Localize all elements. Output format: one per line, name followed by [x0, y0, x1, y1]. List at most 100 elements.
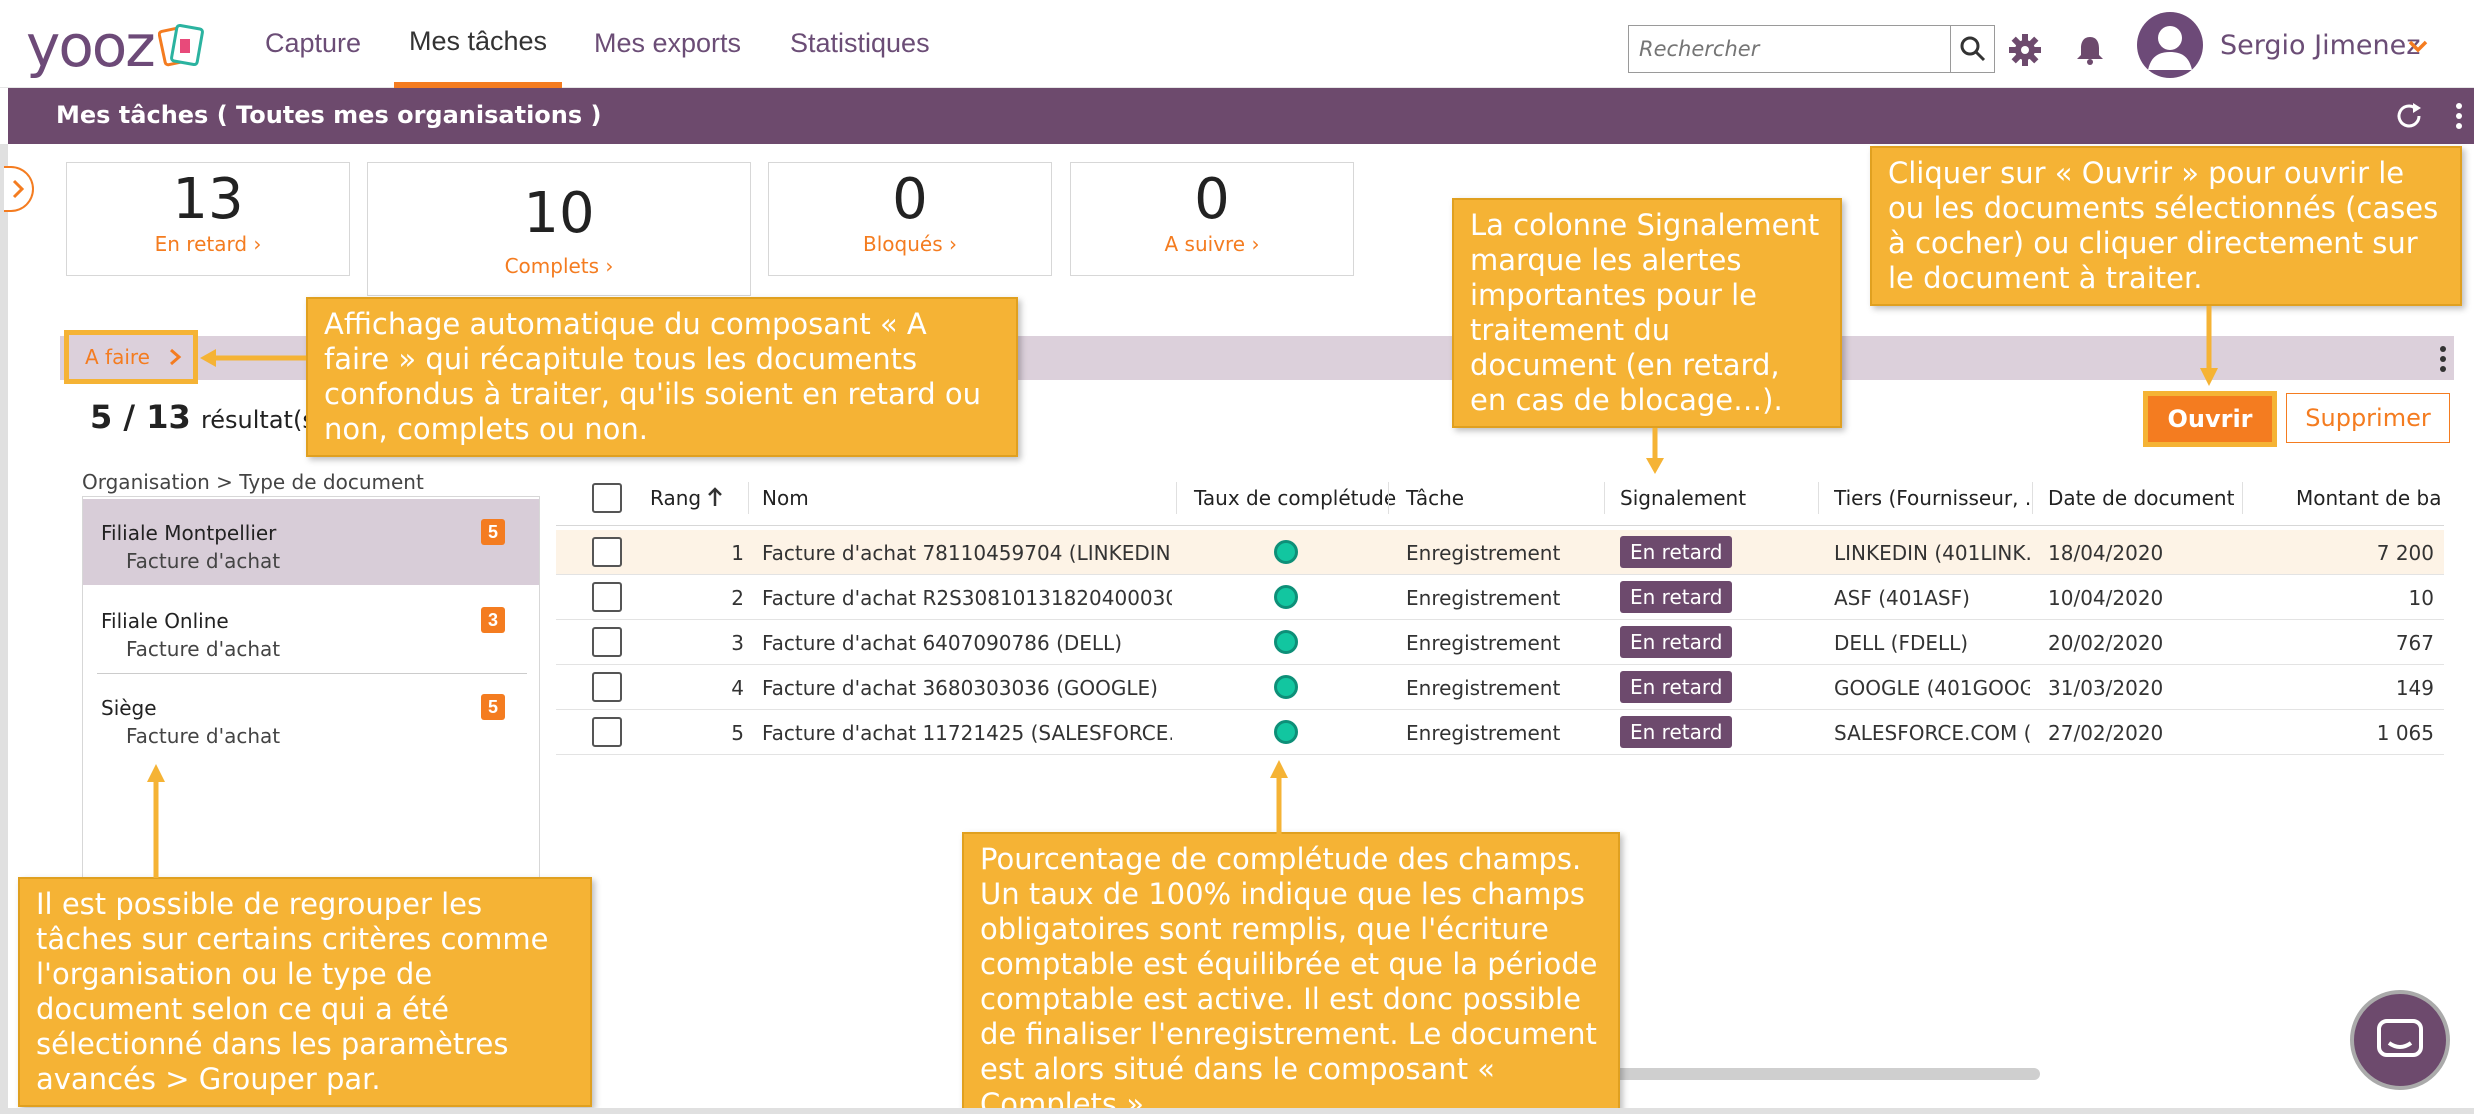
chevron-right-icon: [12, 179, 25, 199]
group-org: Filiale Montpellier: [101, 521, 277, 545]
horizontal-scrollbar[interactable]: [1590, 1068, 2040, 1080]
table-row[interactable]: 4 Facture d'achat 3680303036 (GOOGLE) Enre…: [556, 665, 2444, 710]
page-title: Mes tâches ( Toutes mes organisations ): [56, 101, 602, 129]
cell-tiers: LINKEDIN (401LINK...: [1834, 541, 2030, 565]
group-type: Facture d'achat: [126, 549, 281, 573]
counter-a-suivre[interactable]: 0 A suivre ›: [1070, 162, 1354, 276]
yooz-logo[interactable]: yooz: [26, 17, 206, 75]
callout-grouping: Il est possible de regrouper les tâches …: [18, 877, 592, 1107]
nav-mes-taches[interactable]: Mes tâches: [409, 26, 547, 57]
status-badge: En retard: [1620, 626, 1733, 658]
cell-date: 10/04/2020: [2048, 586, 2164, 610]
group-item[interactable]: Siège Facture d'achat 5: [83, 674, 539, 760]
cell-montant: 1 065: [2376, 721, 2434, 745]
page-title-bar: Mes tâches ( Toutes mes organisations ): [8, 88, 2474, 144]
col-montant-base[interactable]: Montant de base: [2296, 486, 2442, 510]
search-input[interactable]: [1629, 26, 1951, 72]
kebab-menu-icon[interactable]: [2438, 344, 2448, 374]
search-button[interactable]: [1950, 26, 1994, 72]
counter-complets[interactable]: 10 Complets ›: [367, 162, 751, 296]
counter-en-retard[interactable]: 13 En retard ›: [66, 162, 350, 276]
nav-mes-exports[interactable]: Mes exports: [594, 28, 741, 59]
cell-montant: 149: [2395, 676, 2434, 700]
open-button[interactable]: Ouvrir: [2143, 391, 2277, 447]
cell-rang: 3: [731, 631, 744, 655]
callout-arrow: [200, 349, 306, 367]
nav-statistiques[interactable]: Statistiques: [790, 28, 930, 59]
notifications-button[interactable]: [2072, 32, 2108, 68]
kebab-menu-icon[interactable]: [2454, 100, 2464, 132]
group-org: Siège: [101, 696, 157, 720]
group-org: Filiale Online: [101, 609, 229, 633]
delete-button[interactable]: Supprimer: [2286, 393, 2450, 443]
row-checkbox[interactable]: [592, 582, 622, 612]
col-taux-completude[interactable]: Taux de complétude: [1194, 486, 1396, 510]
cell-tiers: GOOGLE (401GOOG...: [1834, 676, 2030, 700]
cell-date: 31/03/2020: [2048, 676, 2164, 700]
col-tiers[interactable]: Tiers (Fournisseur, ...: [1834, 486, 2030, 510]
callout-arrow: [2200, 306, 2218, 386]
col-nom[interactable]: Nom: [762, 486, 809, 510]
cell-tiers: ASF (401ASF): [1834, 586, 1970, 610]
cell-nom[interactable]: Facture d'achat 11721425 (SALESFORCE.COM…: [762, 721, 1172, 745]
cell-nom[interactable]: Facture d'achat 3680303036 (GOOGLE): [762, 676, 1172, 700]
cell-date: 20/02/2020: [2048, 631, 2164, 655]
table-row[interactable]: 3 Facture d'achat 6407090786 (DELL) Enregi…: [556, 620, 2444, 665]
col-tache[interactable]: Tâche: [1406, 486, 1464, 510]
afaire-button[interactable]: A faire: [64, 330, 198, 384]
counter-label: A suivre ›: [1164, 232, 1260, 256]
settings-button[interactable]: [2007, 32, 2043, 68]
table-row[interactable]: 5 Facture d'achat 11721425 (SALESFORCE.CO…: [556, 710, 2444, 755]
refresh-icon[interactable]: [2393, 100, 2425, 132]
logo-cards-icon: [157, 23, 204, 67]
sort-up-icon[interactable]: [706, 486, 724, 508]
avatar-silhouette: [2148, 26, 2192, 70]
status-badge: En retard: [1620, 581, 1733, 613]
callout-arrow: [147, 764, 165, 878]
table-row[interactable]: 1 Facture d'achat 78110459704 (LINKEDIN) E…: [556, 530, 2444, 575]
counter-value: 0: [1194, 167, 1230, 232]
completude-indicator: [1274, 630, 1298, 654]
col-signalement[interactable]: Signalement: [1620, 486, 1746, 510]
table-row[interactable]: 2 Facture d'achat R2S30810131820400030 (A…: [556, 575, 2444, 620]
group-item[interactable]: Filiale Montpellier Facture d'achat 5: [83, 499, 539, 585]
row-checkbox[interactable]: [592, 537, 622, 567]
completude-indicator: [1274, 540, 1298, 564]
callout-arrow: [1646, 428, 1664, 474]
cell-tiers: SALESFORCE.COM (...: [1834, 721, 2030, 745]
group-count-badge: 5: [481, 694, 505, 720]
col-date-document[interactable]: Date de document: [2048, 486, 2234, 510]
expand-panel-button[interactable]: [4, 166, 34, 212]
cell-nom[interactable]: Facture d'achat 6407090786 (DELL): [762, 631, 1172, 655]
counter-bloques[interactable]: 0 Bloqués ›: [768, 162, 1052, 276]
select-all-checkbox[interactable]: [592, 483, 622, 513]
column-separator: [2242, 482, 2243, 514]
user-avatar-icon[interactable]: [2137, 12, 2203, 78]
cell-date: 27/02/2020: [2048, 721, 2164, 745]
completude-indicator: [1274, 720, 1298, 744]
callout-ouvrir: Cliquer sur « Ouvrir » pour ouvrir le ou…: [1870, 146, 2462, 306]
cell-nom[interactable]: Facture d'achat R2S30810131820400030 (AS…: [762, 586, 1172, 610]
counter-value: 0: [892, 167, 928, 232]
callout-arrow: [1270, 760, 1288, 834]
column-separator: [1176, 482, 1177, 514]
cell-nom[interactable]: Facture d'achat 78110459704 (LINKEDIN): [762, 541, 1172, 565]
row-checkbox[interactable]: [592, 627, 622, 657]
callout-signalement: La colonne Signalement marque les alerte…: [1452, 198, 1842, 428]
cell-montant: 10: [2408, 586, 2434, 610]
cell-montant: 7 200: [2376, 541, 2434, 565]
user-name[interactable]: Sergio Jimenez: [2220, 30, 2420, 61]
group-type: Facture d'achat: [126, 724, 281, 748]
cell-tache: Enregistrement: [1406, 721, 1561, 745]
counter-label: Bloqués ›: [863, 232, 957, 256]
col-rang[interactable]: Rang: [650, 486, 701, 510]
afaire-label: A faire: [85, 345, 150, 369]
row-checkbox[interactable]: [592, 717, 622, 747]
cell-rang: 1: [731, 541, 744, 565]
group-item[interactable]: Filiale Online Facture d'achat 3: [83, 587, 539, 673]
chevron-down-icon[interactable]: [2407, 38, 2429, 54]
row-checkbox[interactable]: [592, 672, 622, 702]
column-separator: [1604, 482, 1605, 514]
chat-button[interactable]: [2350, 990, 2450, 1090]
nav-capture[interactable]: Capture: [265, 28, 361, 59]
